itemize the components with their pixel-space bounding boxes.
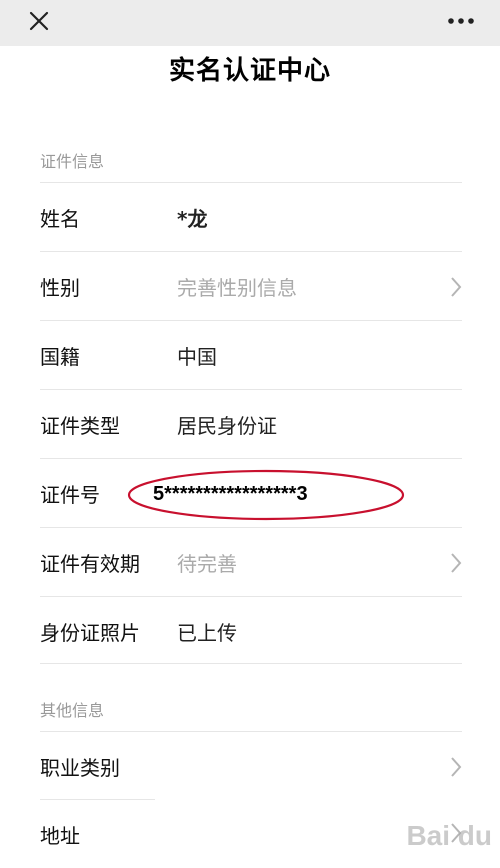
- close-button[interactable]: [22, 4, 56, 38]
- id-photo-value: 已上传: [177, 617, 237, 646]
- row-id-number: 证件号 5*****************3: [0, 459, 500, 527]
- row-label-validity: 证件有效期: [40, 548, 140, 577]
- section-header-id-info: 证件信息: [40, 148, 104, 172]
- top-bar: [0, 0, 500, 46]
- row-label-id-type: 证件类型: [40, 410, 120, 439]
- row-nationality: 国籍 中国: [0, 321, 500, 389]
- row-label-name: 姓名: [40, 203, 80, 232]
- close-icon: [22, 4, 56, 38]
- row-name: 姓名 *龙: [0, 183, 500, 251]
- row-label-occupation: 职业类别: [40, 752, 120, 781]
- row-label-id-number: 证件号: [40, 479, 100, 508]
- page-title: 实名认证中心: [0, 50, 500, 87]
- row-label-id-photo: 身份证照片: [40, 617, 140, 646]
- id-number-value: 5*****************3: [153, 483, 308, 506]
- divider: [40, 663, 462, 664]
- chevron-right-icon: [450, 756, 462, 778]
- row-id-photo: 身份证照片 已上传: [0, 597, 500, 665]
- row-label-address: 地址: [40, 820, 80, 849]
- row-validity[interactable]: 证件有效期 待完善: [0, 528, 500, 596]
- row-gender[interactable]: 性别 完善性别信息: [0, 252, 500, 320]
- more-icon: [444, 8, 478, 34]
- chevron-right-icon: [450, 552, 462, 574]
- gender-value: 完善性别信息: [177, 272, 297, 301]
- more-button[interactable]: [444, 8, 478, 34]
- row-label-gender: 性别: [40, 272, 80, 301]
- watermark-logo: Bai du: [406, 820, 492, 852]
- id-type-value: 居民身份证: [177, 410, 277, 439]
- row-id-type: 证件类型 居民身份证: [0, 390, 500, 458]
- name-value: *龙: [177, 203, 207, 232]
- validity-value: 待完善: [177, 548, 237, 577]
- row-occupation[interactable]: 职业类别: [0, 732, 500, 800]
- nationality-value: 中国: [177, 341, 217, 370]
- row-label-nationality: 国籍: [40, 341, 80, 370]
- chevron-right-icon: [450, 276, 462, 298]
- section-header-other-info: 其他信息: [40, 697, 104, 721]
